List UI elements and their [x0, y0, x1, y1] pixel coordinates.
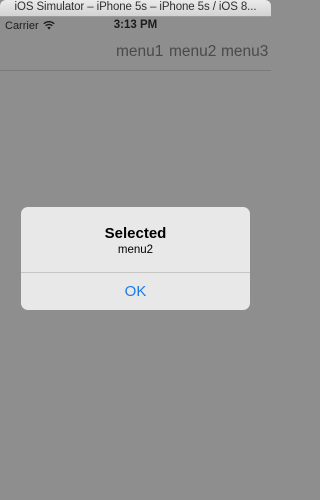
alert-message: menu2 — [117, 244, 154, 256]
alert-dialog: Selected menu2 OK — [21, 207, 250, 310]
status-bar: Carrier 3:13 PM — [0, 17, 271, 35]
device-screen: Carrier 3:13 PM menu1 menu2 menu3 Select… — [0, 17, 271, 500]
menu-item-menu2[interactable]: menu2 — [169, 43, 216, 61]
navigation-bar: menu1 menu2 menu3 — [0, 35, 271, 71]
menu-item-menu3[interactable]: menu3 — [221, 43, 268, 61]
window-titlebar[interactable]: iOS Simulator – iPhone 5s – iPhone 5s / … — [0, 0, 271, 17]
ok-button[interactable]: OK — [21, 273, 250, 310]
status-time: 3:13 PM — [113, 19, 158, 31]
window-title: iOS Simulator – iPhone 5s – iPhone 5s / … — [14, 1, 257, 13]
simulator-window: iOS Simulator – iPhone 5s – iPhone 5s / … — [0, 0, 271, 500]
alert-title: Selected — [104, 225, 167, 242]
menu-item-menu1[interactable]: menu1 — [116, 43, 163, 61]
